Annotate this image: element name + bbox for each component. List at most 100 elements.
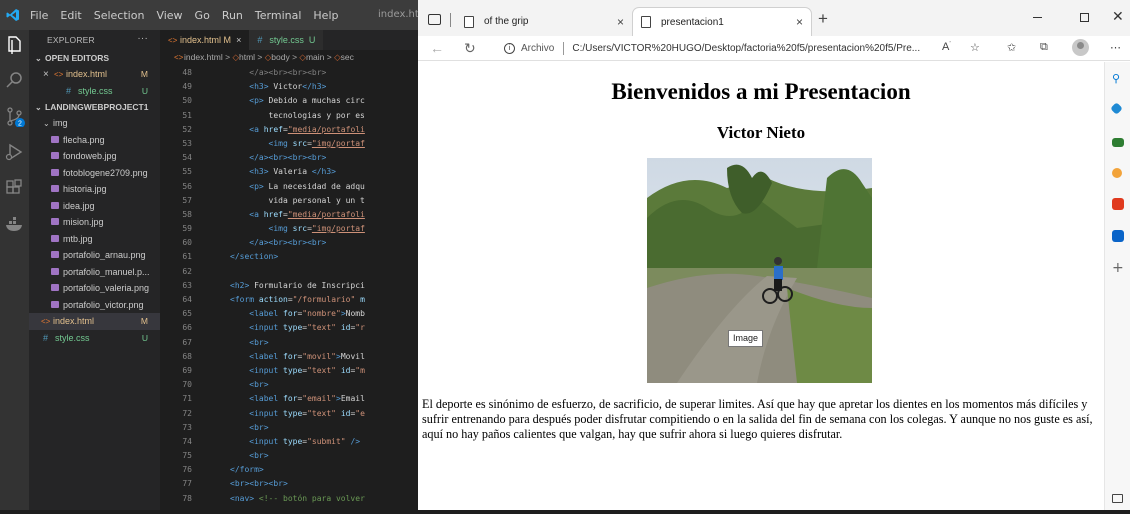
- tab-style-css[interactable]: # style.css U: [249, 30, 324, 50]
- breadcrumb-item[interactable]: main: [306, 52, 324, 62]
- shopping-icon[interactable]: [1110, 102, 1123, 115]
- close-tab-icon[interactable]: ×: [617, 15, 624, 29]
- bottom-edge-strip: [0, 510, 1130, 514]
- new-tab-button[interactable]: +: [818, 9, 828, 29]
- add-sidebar-icon[interactable]: +: [1112, 261, 1124, 275]
- page-icon: [641, 16, 651, 28]
- window-title: index.html: [378, 9, 418, 20]
- extensions-icon[interactable]: [4, 178, 25, 199]
- add-favorite-icon[interactable]: ☆: [970, 41, 980, 54]
- close-icon[interactable]: ×: [43, 69, 54, 80]
- breadcrumb-item[interactable]: index.html: [184, 52, 223, 62]
- menu-run[interactable]: Run: [216, 9, 249, 22]
- search-icon[interactable]: [4, 70, 25, 91]
- tab-separator: [450, 13, 451, 27]
- code-line: 63 <h2> Formulario de Inscripci: [182, 280, 365, 290]
- workspaces-icon[interactable]: [428, 14, 441, 25]
- code-line: 60 </a><br><br><br>: [182, 238, 327, 248]
- menu-help[interactable]: Help: [307, 9, 344, 22]
- file-index-html[interactable]: <> index.html M: [29, 313, 160, 330]
- code-line: 62: [182, 266, 192, 276]
- file-item[interactable]: portafolio_arnau.png: [29, 247, 160, 264]
- back-icon[interactable]: ←: [430, 40, 444, 56]
- image-file-icon: [51, 217, 63, 227]
- open-editor-index-html[interactable]: × <> index.html M: [29, 66, 160, 83]
- file-style-css[interactable]: # style.css U: [29, 330, 160, 347]
- menu-edit[interactable]: Edit: [54, 9, 87, 22]
- tab-index-html[interactable]: <> index.html M ×: [160, 30, 250, 50]
- maximize-icon[interactable]: [1080, 13, 1089, 22]
- menu-view[interactable]: View: [150, 9, 188, 22]
- file-item[interactable]: portafolio_victor.png: [29, 297, 160, 314]
- address-url[interactable]: C:/Users/VICTOR%20HUGO/Desktop/factoria%…: [572, 43, 920, 54]
- reload-icon[interactable]: ↻: [464, 40, 476, 57]
- browser-tab-grip[interactable]: of the grip ×: [456, 7, 632, 36]
- more-actions-icon[interactable]: ···: [137, 33, 148, 44]
- menu-go[interactable]: Go: [189, 9, 216, 22]
- file-item[interactable]: flecha.png: [29, 132, 160, 149]
- tools-icon[interactable]: [1112, 138, 1124, 147]
- code-line: 72 <input type="text" id="e: [182, 408, 365, 418]
- menu-terminal[interactable]: Terminal: [249, 9, 308, 22]
- folder-img[interactable]: ⌄ img: [29, 115, 160, 132]
- source-control-icon[interactable]: 2: [4, 106, 25, 127]
- code-line: 59 <img src="img/portaf: [182, 224, 365, 234]
- docker-icon[interactable]: [4, 214, 25, 235]
- menu-file[interactable]: File: [24, 9, 54, 22]
- more-menu-icon[interactable]: ⋯: [1110, 41, 1121, 54]
- breadcrumb-item[interactable]: body: [271, 52, 289, 62]
- minimize-icon[interactable]: [1033, 17, 1042, 18]
- activity-bar: 2: [0, 30, 29, 514]
- outlook-icon[interactable]: [1112, 230, 1124, 242]
- cyclist-photo[interactable]: [647, 158, 872, 383]
- page-title: Bienvenidos a mi Presentacion: [611, 79, 911, 104]
- code-line: 73 <br>: [182, 422, 269, 432]
- html-file-icon: <>: [174, 52, 184, 62]
- project-section[interactable]: ⌄ LANDINGWEBPROJECT1: [29, 99, 160, 115]
- read-aloud-icon[interactable]: Aʼ: [942, 41, 951, 53]
- file-item[interactable]: idea.jpg: [29, 198, 160, 215]
- html-file-icon: <>: [168, 35, 178, 45]
- breadcrumb-item[interactable]: html: [239, 52, 255, 62]
- css-file-icon: #: [66, 85, 72, 96]
- close-icon[interactable]: ×: [236, 35, 241, 45]
- favorites-icon[interactable]: ✩: [1007, 41, 1016, 54]
- code-line: 77 <br><br><br>: [182, 479, 288, 489]
- file-item[interactable]: mtb.jpg: [29, 231, 160, 248]
- file-item[interactable]: historia.jpg: [29, 181, 160, 198]
- file-item[interactable]: portafolio_manuel.p...: [29, 264, 160, 281]
- breadcrumb-item[interactable]: sec: [341, 52, 354, 62]
- code-line: 67 <br>: [182, 337, 269, 347]
- open-editors-section[interactable]: ⌄ OPEN EDITORS: [29, 50, 160, 66]
- code-line: 75 <br>: [182, 451, 269, 461]
- explorer-icon[interactable]: [4, 34, 25, 55]
- close-tab-icon[interactable]: ×: [796, 15, 803, 29]
- collections-icon[interactable]: ⧉: [1040, 41, 1048, 54]
- html-file-icon: <>: [54, 69, 64, 79]
- run-debug-icon[interactable]: [4, 142, 25, 163]
- file-item[interactable]: portafolio_valeria.png: [29, 280, 160, 297]
- code-line: 50 <p> Debido a muchas circ: [182, 96, 365, 106]
- profile-avatar[interactable]: [1072, 39, 1089, 56]
- open-editor-style-css[interactable]: # style.css U: [29, 83, 160, 100]
- menu-selection[interactable]: Selection: [88, 9, 151, 22]
- games-icon[interactable]: [1112, 168, 1122, 178]
- address-bar-row: ← ↻ i Archivo C:/Users/VICTOR%20HUGO/Des…: [418, 36, 1130, 61]
- code-line: 52 <a href="media/portafoli: [182, 124, 365, 134]
- office-icon[interactable]: [1112, 198, 1124, 210]
- search-icon[interactable]: ⚲: [1112, 72, 1124, 85]
- address-bar[interactable]: i Archivo C:/Users/VICTOR%20HUGO/Desktop…: [498, 37, 978, 59]
- file-item[interactable]: fondoweb.jpg: [29, 148, 160, 165]
- image-file-icon: [51, 151, 63, 161]
- css-file-icon: #: [43, 332, 49, 343]
- code-line: 49 <h3> Victor</h3>: [182, 82, 327, 92]
- browser-tab-presentacion[interactable]: presentacion1 ×: [632, 7, 812, 36]
- code-line: 71 <label for="email">Email: [182, 394, 365, 404]
- code-line: 70 <br>: [182, 380, 269, 390]
- sidebar-toggle-icon[interactable]: [1112, 494, 1123, 503]
- code-area[interactable]: 48 </a><br><br><br> 49 <h3> Victor</h3> …: [160, 66, 418, 506]
- file-item[interactable]: fotoblogene2709.png: [29, 165, 160, 182]
- info-icon[interactable]: i: [504, 42, 515, 54]
- window-close-icon[interactable]: ✕: [1112, 8, 1124, 25]
- file-item[interactable]: mision.jpg: [29, 214, 160, 231]
